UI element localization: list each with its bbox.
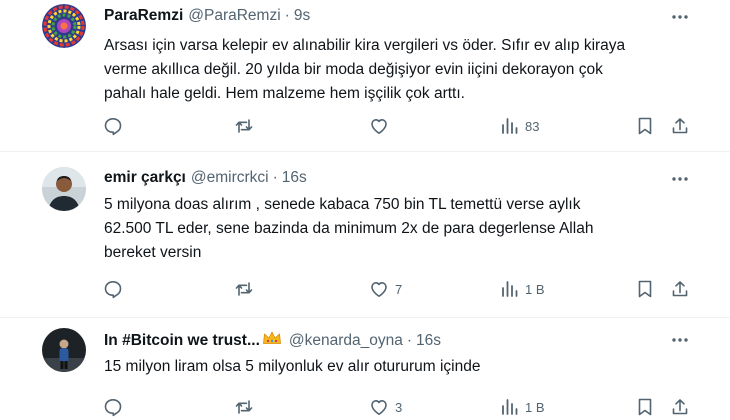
crown-emoji-icon	[262, 330, 282, 351]
avatar-kenarda-oyna[interactable]	[42, 328, 86, 372]
reply-icon	[104, 281, 122, 299]
share-button[interactable]	[670, 397, 690, 417]
tweet-3[interactable]: In #Bitcoin we trust... @kenarda_oyna · …	[0, 326, 730, 420]
separator-dot: ·	[406, 331, 413, 349]
bookmark-icon	[638, 280, 652, 298]
tweet-text: 5 milyona doas alırım , senede kabaca 75…	[104, 193, 704, 265]
share-button[interactable]	[670, 279, 690, 299]
tweet-actions: 83	[0, 116, 730, 138]
like-button[interactable]: 3	[369, 397, 402, 417]
retweet-button[interactable]	[234, 279, 260, 299]
tweet-divider	[0, 151, 730, 152]
view-count: 83	[525, 118, 540, 134]
views-button[interactable]: 1 B	[501, 397, 545, 417]
tweet-timestamp[interactable]: 9s	[294, 7, 310, 25]
retweet-icon	[235, 400, 253, 414]
tweet-text-line: verme akıllıca değil. 20 yılda bir moda …	[104, 61, 603, 78]
tweet-text-line: Arsası için varsa kelepir ev alınabilir …	[104, 37, 626, 54]
tweet-1[interactable]: ParaRemzi @ParaRemzi · 9s Arsası için va…	[0, 0, 730, 148]
person-silhouette-avatar-icon	[42, 328, 86, 372]
bookmark-icon	[638, 117, 652, 135]
like-count: 3	[395, 399, 403, 415]
avatar-emircrkci[interactable]	[42, 167, 86, 211]
heart-icon	[371, 282, 387, 297]
tweet-text-line: bereket versin	[104, 244, 202, 261]
share-icon	[672, 281, 688, 297]
bookmark-button[interactable]	[636, 279, 654, 299]
reply-button[interactable]	[103, 116, 129, 136]
tweet-actions: 7 1 B	[0, 279, 730, 301]
author-name[interactable]: emir çarkçı	[104, 169, 186, 187]
tweet-text-line: 62.500 TL eder, sene bazinda da minimum …	[104, 220, 594, 237]
like-button[interactable]	[369, 116, 395, 136]
tweet-text: Arsası için varsa kelepir ev alınabilir …	[104, 34, 704, 106]
tweet-divider	[0, 317, 730, 318]
tweet-text-line: pahalı hale geldi. Hem malzeme hem işçil…	[104, 85, 465, 102]
retweet-button[interactable]	[234, 116, 260, 136]
reply-button[interactable]	[103, 397, 129, 417]
separator-dot: ·	[284, 7, 290, 24]
tweet-header: emir çarkçı @emircrkci · 16s	[104, 169, 307, 187]
tweet-text-line: 15 milyon liram olsa 5 milyonluk ev alır…	[104, 358, 481, 375]
views-chart-icon	[502, 118, 518, 134]
timeline: ParaRemzi @ParaRemzi · 9s Arsası için va…	[0, 0, 730, 420]
views-chart-icon	[502, 281, 518, 297]
reply-icon	[104, 118, 122, 136]
author-handle[interactable]: @ParaRemzi	[188, 7, 280, 25]
share-button[interactable]	[670, 116, 690, 136]
retweet-button[interactable]	[234, 397, 260, 417]
tweet-actions: 3 1 B	[0, 397, 730, 419]
author-name[interactable]: ParaRemzi	[104, 7, 183, 25]
avatar-pararemzi[interactable]	[42, 4, 86, 48]
tweet-text-line: 5 milyona doas alırım , senede kabaca 75…	[104, 196, 581, 213]
tweet-timestamp[interactable]: 16s	[282, 169, 307, 187]
retweet-icon	[235, 282, 253, 296]
reply-button[interactable]	[103, 279, 129, 299]
tweet-2[interactable]: emir çarkçı @emircrkci · 16s 5 milyona d…	[0, 165, 730, 315]
tweet-header: In #Bitcoin we trust... @kenarda_oyna · …	[104, 330, 441, 351]
tweet-text: 15 milyon liram olsa 5 milyonluk ev alır…	[104, 355, 704, 379]
share-icon	[672, 399, 688, 415]
like-button[interactable]: 7	[369, 279, 402, 299]
view-count: 1 B	[525, 281, 545, 297]
retweet-icon	[235, 119, 253, 133]
tweet-header: ParaRemzi @ParaRemzi · 9s	[104, 7, 310, 25]
views-chart-icon	[502, 399, 518, 415]
colorful-mandala-avatar-icon	[42, 4, 86, 48]
separator-dot: ·	[272, 169, 278, 186]
bookmark-button[interactable]	[636, 116, 654, 136]
more-options-icon[interactable]	[670, 169, 690, 189]
view-count: 1 B	[525, 399, 545, 415]
heart-icon	[371, 119, 387, 134]
person-photo-avatar-icon	[42, 167, 86, 211]
bookmark-icon	[638, 398, 652, 416]
more-options-icon[interactable]	[670, 330, 690, 350]
like-count: 7	[395, 281, 403, 297]
views-button[interactable]: 1 B	[501, 279, 545, 299]
author-handle[interactable]: @emircrkci	[191, 169, 269, 187]
views-button[interactable]: 83	[501, 116, 539, 136]
author-handle[interactable]: @kenarda_oyna	[289, 332, 403, 350]
bookmark-button[interactable]	[636, 397, 654, 417]
more-options-icon[interactable]	[670, 7, 690, 27]
author-name[interactable]: In #Bitcoin we trust...	[104, 332, 260, 350]
heart-icon	[371, 400, 387, 415]
tweet-timestamp[interactable]: 16s	[416, 332, 441, 350]
reply-icon	[104, 399, 122, 417]
share-icon	[672, 118, 688, 134]
